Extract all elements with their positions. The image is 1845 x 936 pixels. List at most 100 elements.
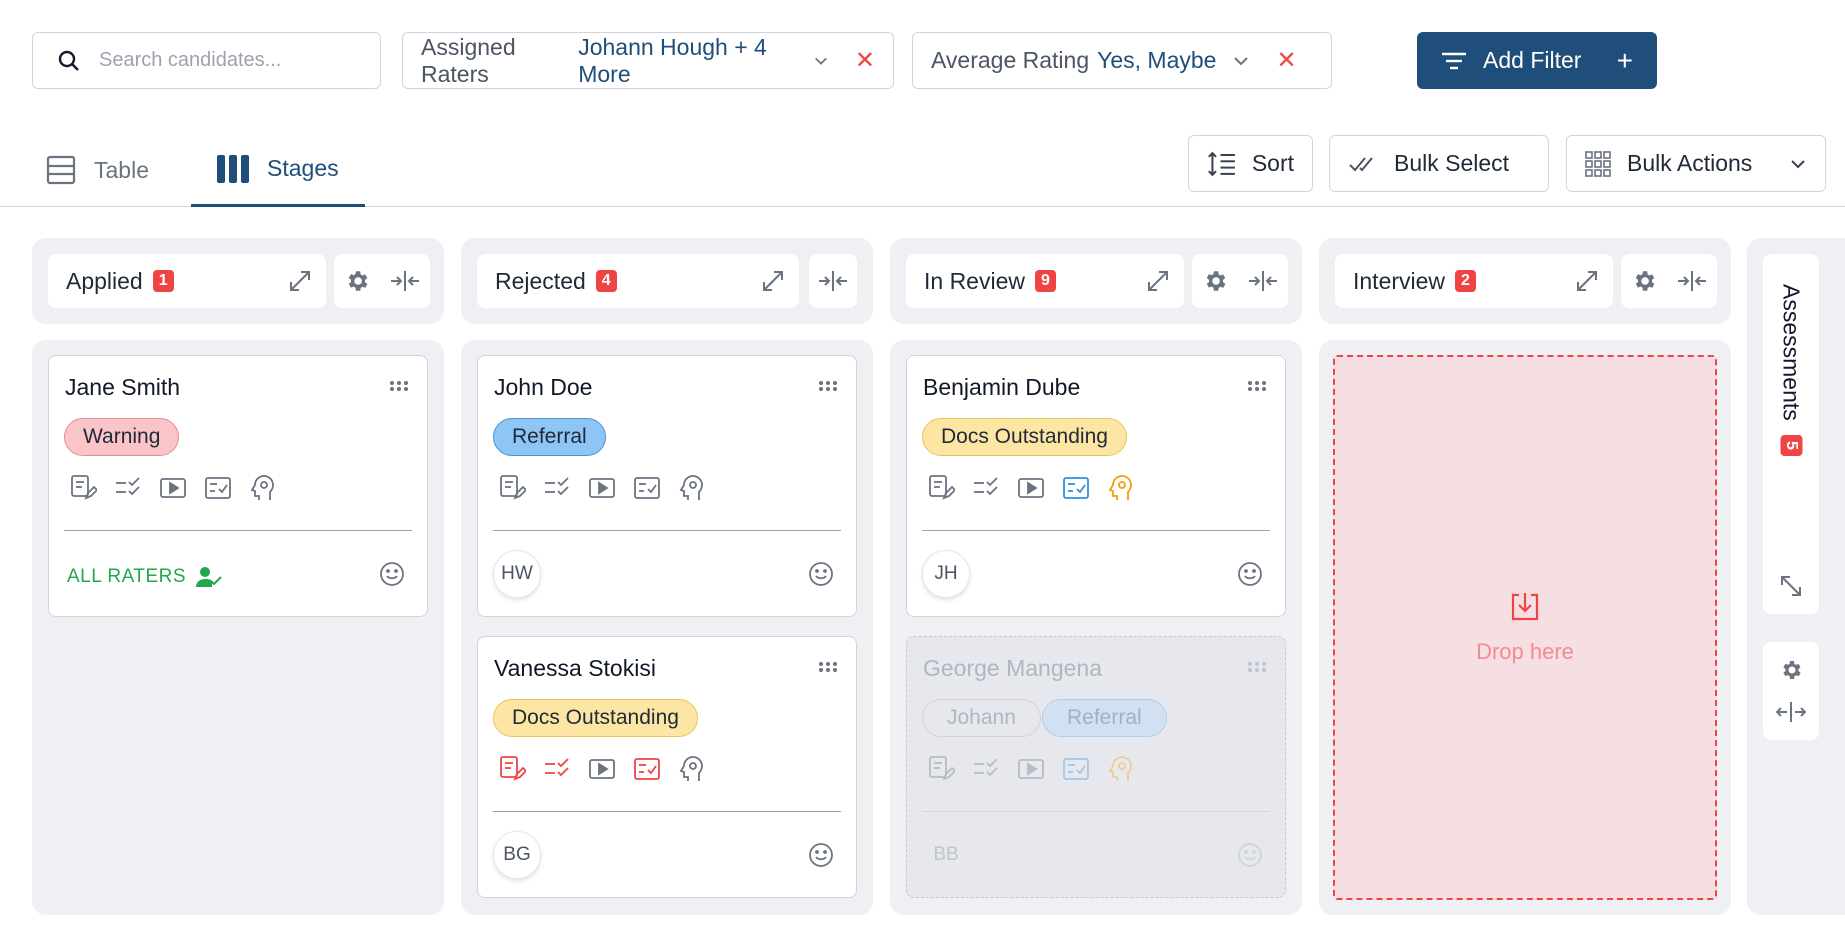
sort-button[interactable]: Sort [1188,135,1313,192]
tab-label: Table [94,156,149,183]
chevron-down-icon[interactable] [813,52,829,70]
psychometric-icon[interactable] [678,474,706,502]
edit-document-icon[interactable] [498,755,526,783]
checklist-icon[interactable] [543,474,571,502]
search-input[interactable] [99,49,359,72]
assessment-icon[interactable] [633,474,661,502]
add-filter-label: Add Filter [1483,47,1582,73]
column-header-applied: Applied 1 [32,238,444,324]
video-icon[interactable] [1017,474,1045,502]
add-filter-button[interactable]: Add Filter + [1417,32,1657,89]
bulk-select-button[interactable]: Bulk Select [1329,135,1549,192]
edit-document-icon[interactable] [927,474,955,502]
column-title-label: Assessments [1778,284,1805,421]
card-icons [927,474,1135,502]
collapsed-column-assessments: Assessments 5 [1747,238,1845,915]
collapse-icon[interactable] [390,269,420,293]
gear-icon[interactable] [1202,268,1228,294]
edit-document-icon[interactable] [498,474,526,502]
count-badge: 1 [152,270,174,292]
expand-icon[interactable] [1779,574,1803,598]
candidate-card[interactable]: Vanessa Stokisi Docs Outstanding BG [477,636,857,898]
filter-average-rating[interactable]: Average Rating Yes, Maybe ✕ [912,32,1332,89]
checklist-icon[interactable] [972,474,1000,502]
column-title[interactable]: In Review 9 [906,254,1184,308]
double-check-icon [1349,156,1373,171]
close-icon[interactable]: ✕ [855,48,875,73]
checklist-icon[interactable] [543,755,571,783]
candidate-card[interactable]: Jane Smith Warning ALL RATERS [48,355,428,617]
smiley-icon[interactable] [808,561,834,587]
close-icon[interactable]: ✕ [1276,48,1296,73]
psychometric-icon[interactable] [249,474,277,502]
gear-icon[interactable] [344,268,370,294]
assessment-icon[interactable] [204,474,232,502]
chevron-down-icon[interactable] [1232,52,1250,70]
card-divider [493,811,841,812]
column-title[interactable]: Assessments 5 [1763,254,1819,614]
expand-icon[interactable] [288,269,312,293]
drag-handle-icon[interactable] [1247,380,1267,392]
smiley-icon[interactable] [1237,561,1263,587]
table-icon [46,155,76,185]
search-box[interactable] [32,32,381,89]
column-title-label: Interview [1353,267,1446,294]
column-actions [1192,254,1288,308]
video-icon[interactable] [588,474,616,502]
psychometric-icon [1108,756,1132,781]
drag-handle-icon[interactable] [818,661,838,673]
drag-handle-icon[interactable] [818,380,838,392]
column-title[interactable]: Interview 2 [1335,254,1613,308]
column-body-in-review: Benjamin Dube Docs Outstanding JH George… [890,340,1302,915]
drag-handle-icon [1248,662,1266,672]
assessment-icon[interactable] [633,755,661,783]
avatar[interactable]: HW [493,550,541,598]
candidate-card[interactable]: Benjamin Dube Docs Outstanding JH [906,355,1286,617]
expand-icon[interactable] [1575,269,1599,293]
plus-icon: + [1616,44,1633,76]
video-icon[interactable] [159,474,187,502]
video-icon[interactable] [588,755,616,783]
checklist-icon[interactable] [114,474,142,502]
avatar[interactable]: JH [922,550,970,598]
psychometric-icon[interactable] [678,755,706,783]
column-title-label: Applied [66,267,143,294]
column-title[interactable]: Rejected 4 [477,254,799,308]
collapse-icon[interactable] [1248,269,1278,293]
column-actions [1763,642,1819,740]
bulk-actions-label: Bulk Actions [1627,150,1753,176]
tab-stages[interactable]: Stages [191,133,365,207]
expand-horizontal-icon[interactable] [1776,700,1806,724]
column-header-in-review: In Review 9 [890,238,1302,324]
bulk-select-label: Bulk Select [1394,150,1510,176]
card-icons [498,755,706,783]
all-raters-text: ALL RATERS [67,566,187,587]
expand-icon[interactable] [1146,269,1170,293]
collapse-icon[interactable] [818,269,848,293]
drag-handle-icon[interactable] [389,380,409,392]
edit-document-icon[interactable] [69,474,97,502]
filter-assigned-raters[interactable]: Assigned Raters Johann Hough + 4 More ✕ [402,32,894,89]
avatar[interactable]: BG [493,831,541,879]
candidate-card[interactable]: John Doe Referral HW [477,355,857,617]
all-raters-label: ALL RATERS [67,566,222,588]
card-divider [64,530,412,531]
collapse-icon[interactable] [1677,269,1707,293]
gear-icon[interactable] [1779,658,1803,682]
candidate-name: John Doe [494,374,593,400]
expand-icon[interactable] [761,269,785,293]
drop-zone[interactable]: Drop here [1333,355,1717,900]
column-title[interactable]: Applied 1 [48,254,326,308]
status-tag: Docs Outstanding [493,699,698,737]
bulk-actions-dropdown[interactable]: Bulk Actions [1566,135,1826,192]
column-actions [809,254,857,308]
smiley-icon[interactable] [808,842,834,868]
gear-icon[interactable] [1631,268,1657,294]
assessment-icon[interactable] [1062,474,1090,502]
tab-table[interactable]: Table [46,133,149,207]
filter-bar: Assigned Raters Johann Hough + 4 More ✕ … [32,32,1845,89]
card-icons [498,474,706,502]
column-title-label: In Review [924,267,1025,294]
psychometric-icon[interactable] [1107,474,1135,502]
smiley-icon[interactable] [379,561,405,587]
